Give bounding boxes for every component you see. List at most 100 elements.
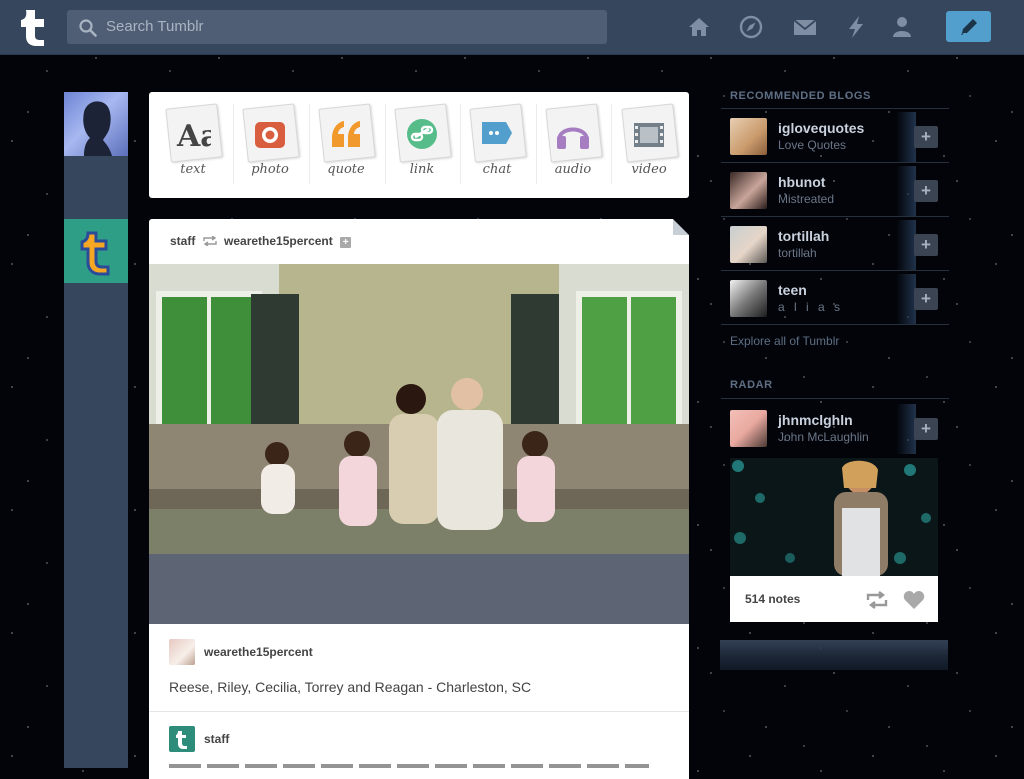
blog-avatar[interactable] bbox=[730, 226, 767, 263]
radar-post-image[interactable] bbox=[730, 458, 938, 576]
item-shade bbox=[896, 166, 916, 216]
video-icon bbox=[634, 123, 664, 147]
recommended-blog-item[interactable]: iglovequotes Love Quotes + bbox=[730, 112, 940, 162]
blog-name[interactable]: teen bbox=[778, 282, 807, 298]
account-icon[interactable] bbox=[890, 15, 914, 39]
post-type-label: photo bbox=[251, 162, 289, 177]
blog-avatar[interactable] bbox=[730, 280, 767, 317]
radar-notes-bar: 514 notes bbox=[730, 576, 938, 622]
tumblr-t-avatar-icon bbox=[80, 231, 110, 276]
home-icon[interactable] bbox=[687, 15, 711, 39]
recommended-blog-item[interactable]: hbunot Mistreated + bbox=[730, 166, 940, 216]
follow-plus-icon[interactable]: + bbox=[340, 237, 352, 248]
top-navigation-bar: Search Tumblr bbox=[0, 0, 1024, 55]
source-avatar[interactable] bbox=[169, 639, 195, 665]
post-corner-fold bbox=[673, 219, 689, 235]
blog-avatar[interactable] bbox=[730, 118, 767, 155]
divider bbox=[309, 104, 310, 184]
search-field[interactable]: Search Tumblr bbox=[67, 10, 607, 44]
sidebar-bottom-band bbox=[720, 640, 948, 670]
source-blog-name[interactable]: wearethe15percent bbox=[204, 645, 313, 659]
follow-button[interactable]: + bbox=[914, 180, 938, 202]
follow-button[interactable]: + bbox=[914, 288, 938, 310]
notes-count[interactable]: 514 notes bbox=[745, 592, 800, 606]
item-shade bbox=[896, 274, 916, 324]
divider bbox=[233, 104, 234, 184]
divider bbox=[611, 104, 612, 184]
divider bbox=[721, 324, 949, 325]
source-blog-link[interactable]: wearethe15percent bbox=[224, 234, 333, 248]
post-type-bar: Aa text photo quote link chat audio vide… bbox=[149, 92, 689, 198]
item-shade bbox=[896, 220, 916, 270]
reblog-icon[interactable] bbox=[866, 591, 888, 609]
camera-icon bbox=[255, 122, 285, 148]
default-avatar-silhouette bbox=[83, 101, 112, 156]
staff-trail-avatar[interactable] bbox=[169, 726, 195, 752]
svg-text:Aa: Aa bbox=[176, 119, 211, 152]
blog-avatar[interactable] bbox=[730, 172, 767, 209]
left-rail bbox=[64, 92, 128, 768]
recommended-blog-item[interactable]: teen a l i a s + bbox=[730, 274, 940, 324]
quote-icon bbox=[332, 121, 360, 147]
post-type-label: text bbox=[180, 162, 206, 177]
staff-avatar[interactable] bbox=[64, 219, 128, 283]
post-type-photo[interactable]: photo bbox=[235, 102, 305, 188]
like-heart-icon[interactable] bbox=[903, 590, 925, 610]
blog-name[interactable]: hbunot bbox=[778, 174, 825, 190]
radar-blog-name[interactable]: jhnmclghln bbox=[778, 412, 853, 428]
radar-gif-image bbox=[730, 458, 938, 576]
search-icon bbox=[79, 19, 97, 37]
trail-blog-name[interactable]: staff bbox=[204, 732, 229, 746]
truncated-body-text bbox=[169, 764, 649, 768]
blog-subtitle: Mistreated bbox=[778, 192, 835, 206]
divider bbox=[721, 162, 949, 163]
blog-name[interactable]: tortillah bbox=[778, 228, 829, 244]
divider bbox=[460, 104, 461, 184]
inbox-icon[interactable] bbox=[793, 15, 817, 39]
divider bbox=[721, 398, 949, 399]
radar-blog-item[interactable]: jhnmclghln John McLaughlin + bbox=[730, 404, 940, 454]
blog-subtitle: a l i a s bbox=[778, 300, 844, 314]
follow-button[interactable]: + bbox=[914, 418, 938, 440]
explore-icon[interactable] bbox=[739, 15, 763, 39]
reblogger-link[interactable]: staff bbox=[170, 234, 195, 248]
post-type-label: video bbox=[631, 162, 667, 177]
post-photo[interactable] bbox=[149, 264, 689, 624]
blog-name[interactable]: iglovequotes bbox=[778, 120, 864, 136]
link-icon bbox=[407, 119, 437, 149]
divider bbox=[536, 104, 537, 184]
family-photo-image bbox=[149, 264, 689, 624]
post-type-label: quote bbox=[327, 162, 365, 177]
compose-button[interactable] bbox=[946, 11, 991, 42]
follow-button[interactable]: + bbox=[914, 126, 938, 148]
post-type-text[interactable]: Aa text bbox=[158, 102, 228, 188]
divider bbox=[721, 108, 949, 109]
search-placeholder: Search Tumblr bbox=[106, 18, 204, 35]
divider bbox=[721, 270, 949, 271]
post-type-chat[interactable]: chat bbox=[462, 102, 532, 188]
post-type-quote[interactable]: quote bbox=[311, 102, 381, 188]
text-icon: Aa bbox=[176, 119, 211, 152]
audio-icon bbox=[557, 127, 589, 149]
post-type-audio[interactable]: audio bbox=[538, 102, 608, 188]
recommended-blog-item[interactable]: tortillah tortillah + bbox=[730, 220, 940, 270]
blog-subtitle: Love Quotes bbox=[778, 138, 847, 152]
post-type-label: chat bbox=[482, 162, 512, 177]
item-shade bbox=[896, 404, 916, 454]
post-type-video[interactable]: video bbox=[614, 102, 684, 188]
activity-icon[interactable] bbox=[844, 15, 868, 39]
divider bbox=[721, 216, 949, 217]
radar-blog-avatar[interactable] bbox=[730, 410, 767, 447]
follow-button[interactable]: + bbox=[914, 234, 938, 256]
explore-link[interactable]: Explore all of Tumblr bbox=[730, 334, 839, 348]
post-caption: Reese, Riley, Cecilia, Torrey and Reagan… bbox=[169, 679, 532, 695]
blog-subtitle: tortillah bbox=[778, 246, 817, 260]
tumblr-t-icon bbox=[176, 731, 187, 749]
radar-title: RADAR bbox=[730, 379, 773, 391]
user-avatar[interactable] bbox=[64, 92, 128, 156]
post-type-label: audio bbox=[554, 162, 592, 177]
pencil-icon bbox=[961, 19, 977, 35]
tumblr-logo[interactable] bbox=[14, 7, 52, 47]
recommended-blogs-title: RECOMMENDED BLOGS bbox=[730, 90, 871, 102]
post-type-link[interactable]: link bbox=[387, 102, 457, 188]
